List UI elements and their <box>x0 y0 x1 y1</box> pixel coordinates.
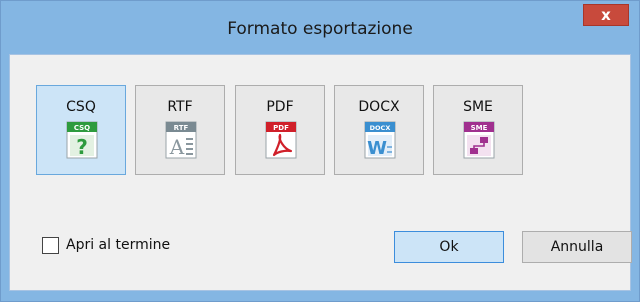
title-bar: Formato esportazione x <box>1 1 639 45</box>
ok-button[interactable]: Ok <box>394 231 504 263</box>
format-csq-button[interactable]: CSQ CSQ ? <box>36 85 126 175</box>
format-pdf-button[interactable]: PDF PDF <box>235 85 325 175</box>
csq-glyph: ? <box>76 135 88 159</box>
format-label: RTF <box>167 99 193 115</box>
pdf-file-icon: PDF <box>265 121 297 159</box>
dialog-body: CSQ CSQ ? RTF RTF A PDF PDF DOCX DOCX W … <box>9 54 632 291</box>
format-label: PDF <box>266 99 294 115</box>
rtf-file-icon: RTF A <box>165 121 197 159</box>
format-docx-button[interactable]: DOCX DOCX W <box>334 85 424 175</box>
format-label: SME <box>463 99 493 115</box>
open-when-done-label: Apri al termine <box>66 237 171 253</box>
csq-badge: CSQ <box>74 124 90 132</box>
format-sme-button[interactable]: SME SME <box>433 85 523 175</box>
sme-file-icon: SME <box>463 121 495 159</box>
csq-file-icon: CSQ ? <box>66 121 98 159</box>
cancel-button[interactable]: Annulla <box>522 231 632 263</box>
format-label: DOCX <box>358 99 400 115</box>
sme-badge: SME <box>471 124 488 132</box>
rtf-badge: RTF <box>174 124 189 132</box>
format-rtf-button[interactable]: RTF RTF A <box>135 85 225 175</box>
docx-file-icon: DOCX W <box>364 121 396 159</box>
pdf-badge: PDF <box>273 124 289 132</box>
docx-glyph: W <box>367 138 387 159</box>
close-button[interactable]: x <box>583 4 629 26</box>
rtf-glyph: A <box>169 135 185 159</box>
docx-badge: DOCX <box>370 124 391 132</box>
open-when-done-checkbox[interactable] <box>42 237 59 254</box>
export-format-dialog: Formato esportazione x CSQ CSQ ? RTF RTF <box>0 0 640 302</box>
close-icon: x <box>601 6 611 24</box>
format-label: CSQ <box>66 99 96 115</box>
dialog-title: Formato esportazione <box>227 19 413 39</box>
